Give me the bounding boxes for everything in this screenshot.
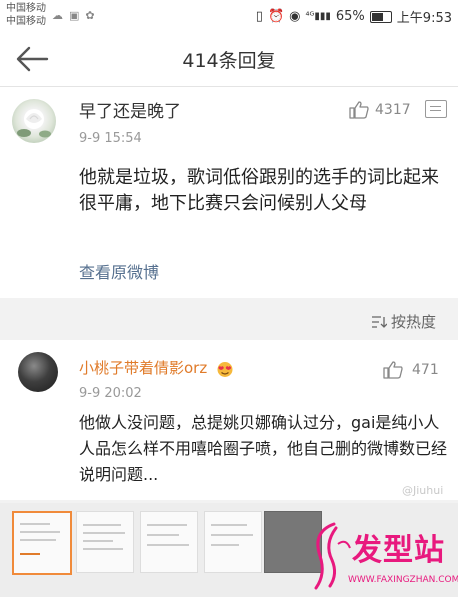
logo-url: WWW.FAXINGZHAN.COM bbox=[348, 575, 458, 585]
signal-icon: ⁴ᴳ▮▮▮ bbox=[305, 11, 331, 22]
comment-text: 他就是垃圾，歌词低俗跟别的选手的词比起来很平庸，地下比赛只会问候别人父母 bbox=[79, 167, 439, 214]
avatar[interactable] bbox=[12, 99, 56, 143]
cloud-icon: ☁ bbox=[52, 9, 63, 22]
heart-eyes-emoji-icon bbox=[217, 361, 233, 377]
image-icon: ▣ bbox=[69, 9, 80, 22]
eye-icon: ◉ bbox=[289, 9, 301, 24]
avatar[interactable] bbox=[18, 352, 58, 392]
thumbs-up-icon bbox=[383, 361, 403, 379]
thumbs-up-icon bbox=[349, 101, 369, 119]
username[interactable]: 早了还是晚了 bbox=[79, 97, 181, 122]
like-button[interactable]: 471 bbox=[383, 361, 439, 379]
page-title: 414条回复 bbox=[182, 50, 276, 72]
thumbnail[interactable] bbox=[140, 511, 198, 573]
carrier-label: 中国移动 bbox=[6, 16, 46, 27]
battery-percent: 65% bbox=[335, 9, 365, 24]
reply-item: 小桃子带着倩影orz 9-9 20:02 471 他做人没问题，总提姚贝娜确认过… bbox=[0, 340, 458, 500]
like-count: 471 bbox=[412, 362, 439, 378]
battery-icon bbox=[369, 10, 392, 23]
clock: 上午9:53 bbox=[396, 11, 452, 26]
watermark: @Jiuhui bbox=[402, 484, 444, 497]
like-button[interactable]: 4317 bbox=[349, 101, 411, 119]
reply-text: 他做人没问题，总提姚贝娜确认过分，gai是纯小人 人品怎么样不用嘻哈圈子喷，他自… bbox=[79, 413, 448, 484]
alarm-icon: ⏰ bbox=[267, 9, 285, 24]
notification-icons: ☁ ▣ ✿ bbox=[52, 9, 101, 22]
sort-button[interactable]: 按热度 bbox=[371, 311, 436, 332]
thumbnail[interactable] bbox=[76, 511, 134, 573]
thumbnail[interactable] bbox=[12, 511, 72, 575]
carrier-label: 中国移动 bbox=[6, 3, 46, 14]
rose-image bbox=[17, 109, 51, 138]
username[interactable]: 小桃子带着倩影orz bbox=[79, 357, 234, 378]
logo-text: 发型站 bbox=[352, 533, 445, 568]
vibrate-icon: ▯ bbox=[255, 9, 263, 24]
status-bar: 中国移动 中国移动 ☁ ▣ ✿ ▯ ⏰ ◉ ⁴ᴳ▮▮▮ 65% 上午9:53 bbox=[0, 0, 458, 32]
more-options-icon[interactable] bbox=[425, 100, 447, 118]
like-count: 4317 bbox=[375, 102, 411, 118]
sort-icon bbox=[371, 315, 387, 328]
timestamp: 9-9 20:02 bbox=[79, 386, 142, 401]
paw-icon: ✿ bbox=[85, 9, 95, 22]
timestamp: 9-9 15:54 bbox=[79, 131, 142, 146]
thumbnail[interactable] bbox=[204, 511, 262, 573]
top-bar: 414条回复 bbox=[0, 32, 458, 87]
original-comment: 早了还是晚了 9-9 15:54 4317 他就是垃圾，歌词低俗跟别的选手的词比… bbox=[0, 87, 458, 298]
status-right: ▯ ⏰ ◉ ⁴ᴳ▮▮▮ 65% 上午9:53 bbox=[256, 7, 452, 26]
view-original-link[interactable]: 查看原微博 bbox=[79, 259, 159, 283]
sort-bar: 按热度 bbox=[0, 298, 458, 340]
sort-label: 按热度 bbox=[390, 313, 436, 331]
username-text: 小桃子带着倩影orz bbox=[79, 359, 208, 377]
